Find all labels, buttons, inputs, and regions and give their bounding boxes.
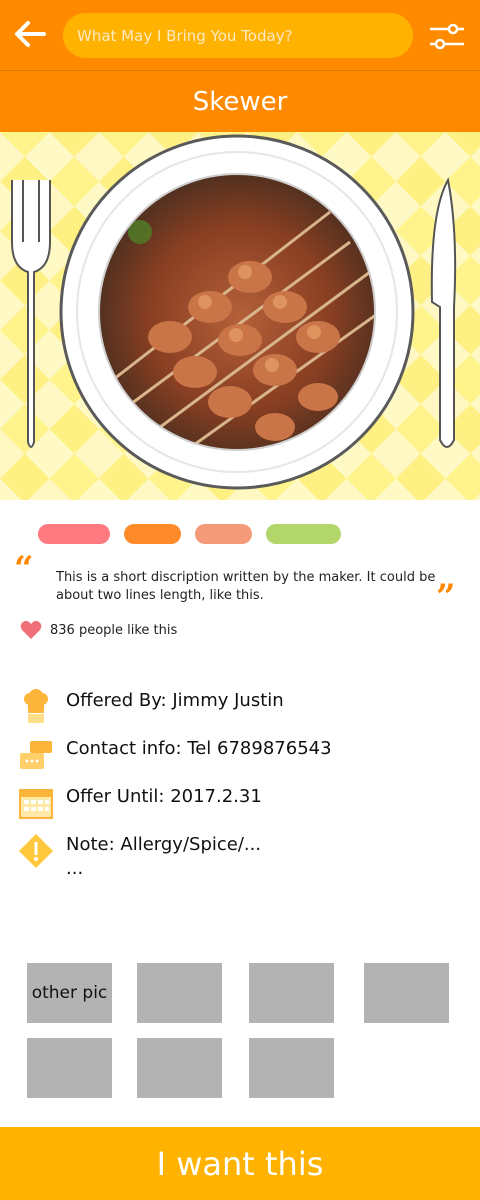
title-bar: Skewer	[0, 70, 480, 132]
open-quote-icon: “	[14, 549, 34, 589]
close-quote-icon: ”	[436, 577, 456, 617]
dish-hero	[0, 132, 480, 500]
gallery-thumbnail[interactable]: other pic	[27, 963, 112, 1023]
offer-until: Offer Until: 2017.2.31	[66, 786, 262, 807]
calendar-icon	[19, 789, 53, 819]
chat-bubbles-icon	[20, 741, 52, 769]
note: Note: Allergy/Spice/... ...	[66, 833, 261, 881]
note-text: Note: Allergy/Spice/...	[66, 834, 262, 855]
page-title: Skewer	[192, 86, 288, 117]
chef-hat-icon	[24, 689, 48, 723]
gallery-thumbnail[interactable]	[137, 1038, 222, 1098]
back-button[interactable]	[12, 16, 48, 52]
tablecloth-illustration	[0, 132, 480, 500]
contact-info[interactable]: Contact info: Tel 6789876543	[66, 737, 332, 761]
maker-description: This is a short discription written by t…	[56, 570, 436, 603]
offer-until-row: Offer Until: 2017.2.31	[18, 785, 262, 821]
gallery-thumbnail-label: other pic	[31, 983, 108, 1003]
gallery-thumbnail[interactable]	[249, 1038, 334, 1098]
i-want-this-label: I want this	[156, 1144, 324, 1183]
search-input[interactable]	[77, 26, 413, 45]
offered-by: Offered By: Jimmy Justin	[66, 690, 284, 711]
likes-count: 836 people like this	[50, 622, 178, 638]
tag-pill[interactable]	[195, 524, 252, 544]
offered-by-row: Offered By: Jimmy Justin	[18, 689, 284, 725]
tag-pill[interactable]	[38, 524, 110, 544]
tag-list	[38, 524, 341, 544]
top-bar	[0, 0, 480, 70]
warning-icon	[19, 834, 53, 868]
likes-row: 836 people like this	[20, 620, 177, 640]
contact-row: Contact info: Tel 6789876543	[18, 737, 332, 773]
note-continuation: ...	[66, 858, 84, 879]
search-bar[interactable]	[63, 13, 413, 58]
i-want-this-button[interactable]: I want this	[0, 1127, 480, 1200]
filter-button[interactable]	[427, 20, 467, 54]
gallery-thumbnail[interactable]	[364, 963, 449, 1023]
arrow-left-icon	[15, 21, 46, 47]
note-row: Note: Allergy/Spice/... ...	[18, 833, 261, 881]
gallery-thumbnail[interactable]	[137, 963, 222, 1023]
gallery-thumbnail[interactable]	[249, 963, 334, 1023]
heart-icon[interactable]	[20, 620, 42, 640]
tag-pill[interactable]	[124, 524, 181, 544]
gallery-thumbnail[interactable]	[27, 1038, 112, 1098]
sliders-icon	[430, 23, 464, 50]
tag-pill[interactable]	[266, 524, 341, 544]
